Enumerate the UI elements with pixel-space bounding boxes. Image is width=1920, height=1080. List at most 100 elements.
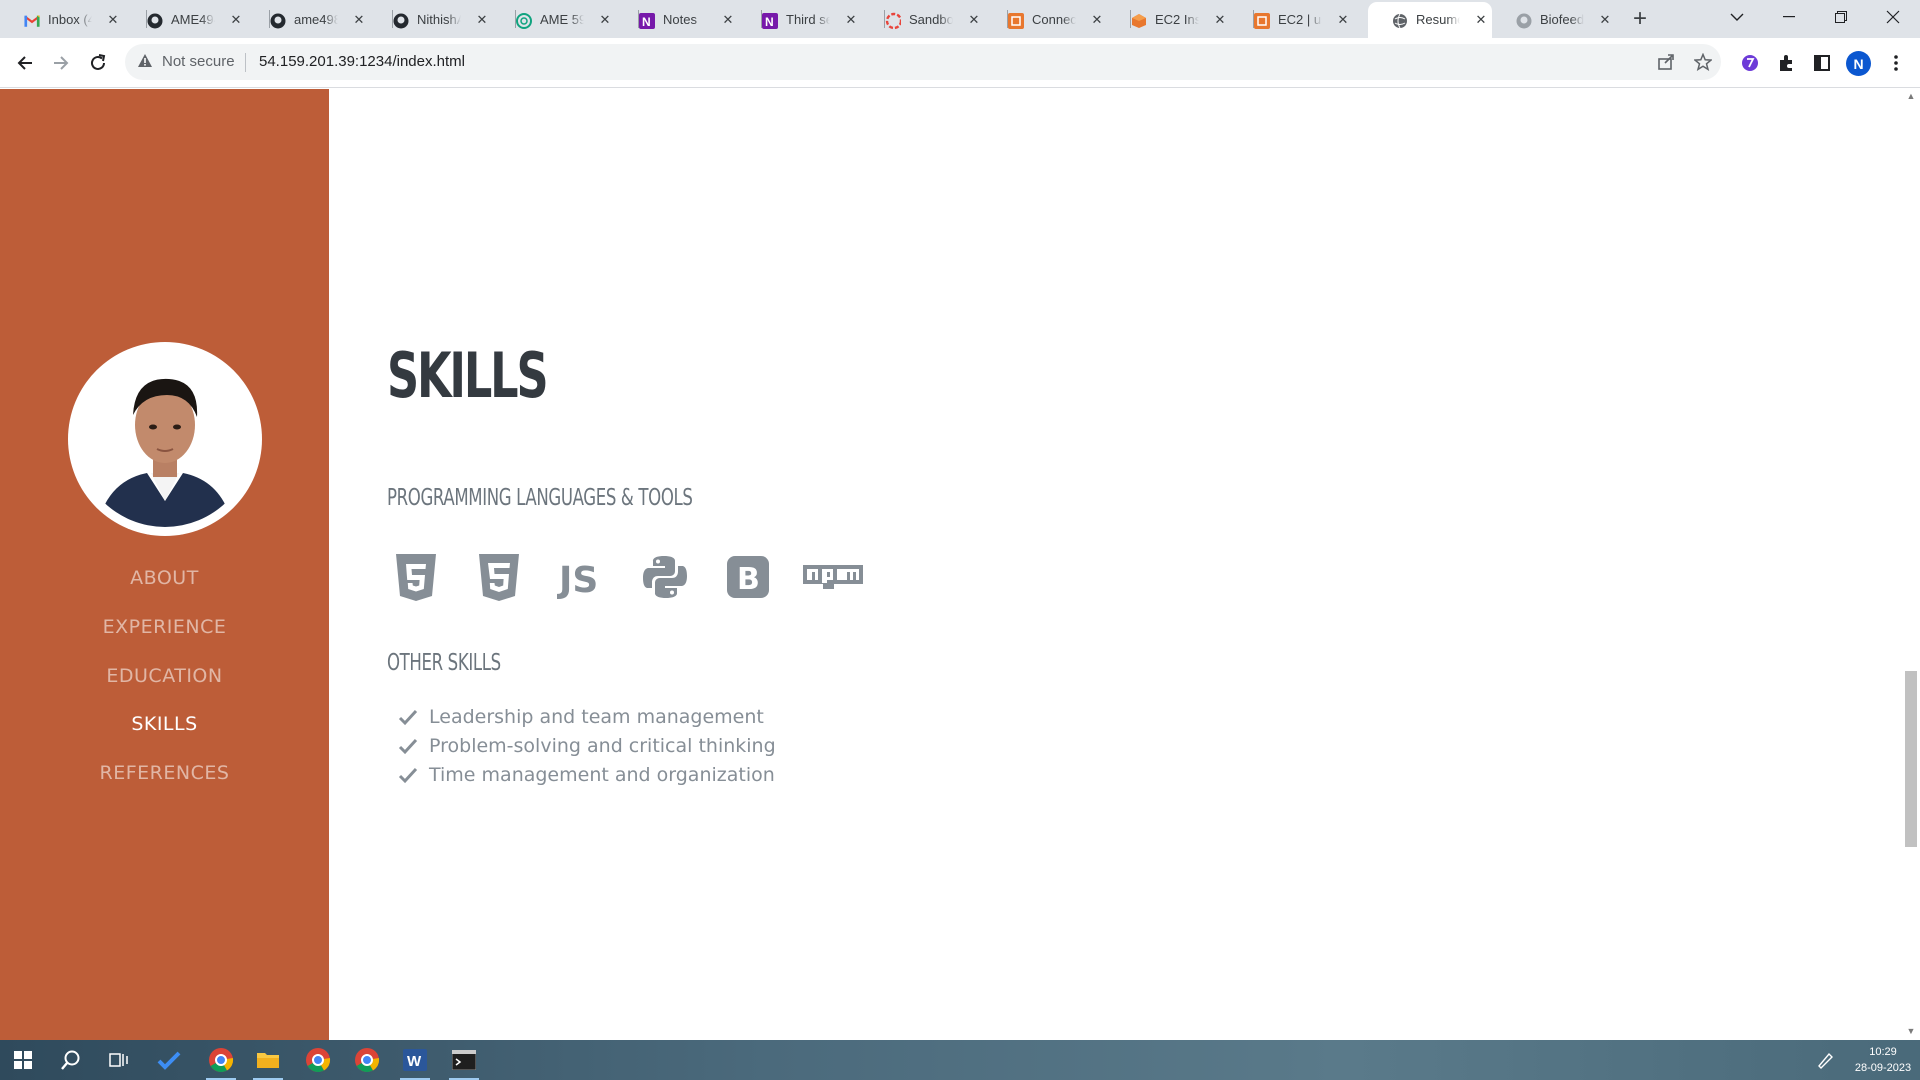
- page-scrollbar[interactable]: [1902, 89, 1920, 1040]
- tab-title: Sandbo: [909, 12, 953, 27]
- tab-title: NithishA: [417, 12, 461, 27]
- tab-search-button[interactable]: [1714, 0, 1760, 34]
- start-button[interactable]: [0, 1040, 46, 1080]
- system-clock[interactable]: 10:29 28-09-2023: [1850, 1044, 1916, 1076]
- close-tab-icon[interactable]: ✕: [1334, 11, 1352, 29]
- tab-github-ame498[interactable]: ame498 ✕: [246, 2, 369, 38]
- extension-icon[interactable]: [1738, 51, 1762, 75]
- taskbar-app-chrome-active[interactable]: [198, 1040, 244, 1080]
- tab-github-ame494[interactable]: AME494 ✕: [123, 2, 246, 38]
- security-label[interactable]: Not secure: [162, 53, 235, 70]
- new-tab-button[interactable]: +: [1626, 6, 1654, 34]
- tab-ec2-instances[interactable]: EC2 Inst ✕: [1107, 2, 1230, 38]
- nav-references[interactable]: REFERENCES: [0, 762, 329, 784]
- scrollbar-thumb[interactable]: [1905, 671, 1917, 847]
- clock-time: 10:29: [1869, 1046, 1897, 1058]
- globe-icon: [1392, 13, 1408, 29]
- check-icon: [398, 709, 418, 726]
- scroll-down-arrow-icon[interactable]: ▼: [1905, 1026, 1917, 1038]
- tab-sandbox[interactable]: Sandbo ✕: [861, 2, 984, 38]
- taskbar-app-file-explorer[interactable]: [245, 1040, 291, 1080]
- tab-title: ame498: [294, 12, 338, 27]
- close-tab-icon[interactable]: ✕: [1596, 11, 1614, 29]
- svg-text:N: N: [765, 15, 774, 29]
- address-bar[interactable]: Not secure 54.159.201.39:1234/index.html: [125, 44, 1721, 80]
- onenote-icon: N: [639, 13, 655, 29]
- tab-title: AME494: [171, 12, 215, 27]
- taskbar-app-chrome-profile3[interactable]: [344, 1040, 390, 1080]
- bookmark-star-icon[interactable]: [1692, 51, 1714, 73]
- close-tab-icon[interactable]: ✕: [473, 11, 491, 29]
- close-tab-icon[interactable]: ✕: [596, 11, 614, 29]
- close-tab-icon[interactable]: ✕: [1472, 11, 1490, 29]
- word-icon: W: [403, 1049, 427, 1071]
- chrome-icon: [355, 1048, 380, 1073]
- side-panel-icon[interactable]: [1810, 51, 1834, 75]
- windows-taskbar: W 10:29 28-09-2023: [0, 1040, 1920, 1080]
- close-tab-icon[interactable]: ✕: [1088, 11, 1106, 29]
- minimize-button[interactable]: [1766, 0, 1812, 34]
- npm-icon: [803, 549, 863, 605]
- todo-check-icon: [157, 1051, 181, 1070]
- reload-button[interactable]: [83, 48, 113, 78]
- taskbar-app-todo[interactable]: [146, 1040, 192, 1080]
- github-icon: [270, 13, 286, 29]
- tab-ec2-us[interactable]: EC2 | us ✕: [1230, 2, 1353, 38]
- pen-menu-icon[interactable]: [1810, 1040, 1840, 1080]
- profile-avatar[interactable]: N: [1846, 51, 1871, 76]
- close-tab-icon[interactable]: ✕: [965, 11, 983, 29]
- taskbar-app-word[interactable]: W: [392, 1040, 438, 1080]
- menu-kebab-icon[interactable]: [1884, 51, 1908, 75]
- back-button[interactable]: [10, 48, 40, 78]
- close-window-button[interactable]: [1870, 0, 1916, 34]
- taskbar-app-terminal[interactable]: [441, 1040, 487, 1080]
- tab-aws-connect[interactable]: Connect ✕: [984, 2, 1107, 38]
- close-tab-icon[interactable]: ✕: [842, 11, 860, 29]
- close-tab-icon[interactable]: ✕: [227, 11, 245, 29]
- nav-experience[interactable]: EXPERIENCE: [0, 616, 329, 638]
- browser-tab-strip: Inbox (4 ✕ AME494 ✕ ame498 ✕ NithishA ✕ …: [0, 0, 1920, 38]
- bootstrap-icon: B: [720, 549, 776, 605]
- python-icon: [637, 549, 693, 605]
- close-tab-icon[interactable]: ✕: [350, 11, 368, 29]
- nav-education[interactable]: EDUCATION: [0, 665, 329, 687]
- forward-button[interactable]: [46, 48, 76, 78]
- browser-toolbar: Not secure 54.159.201.39:1234/index.html…: [0, 38, 1920, 88]
- web-page: ABOUT EXPERIENCE EDUCATION SKILLS REFERE…: [0, 89, 1920, 1040]
- chatgpt-icon: [516, 13, 532, 29]
- close-tab-icon[interactable]: ✕: [104, 11, 122, 29]
- tab-chatgpt[interactable]: AME 59 ✕: [492, 2, 615, 38]
- svg-text:JS: JS: [557, 560, 598, 599]
- taskbar-app-chrome-profile2[interactable]: [295, 1040, 341, 1080]
- folder-icon: [257, 1053, 279, 1068]
- close-icon: [1886, 10, 1900, 24]
- tab-resume-active[interactable]: Resume ✕: [1368, 2, 1492, 38]
- extensions-puzzle-icon[interactable]: [1774, 51, 1798, 75]
- nav-about[interactable]: ABOUT: [0, 567, 329, 589]
- skill-item: Time management and organization: [429, 764, 775, 786]
- terminal-icon: [452, 1050, 476, 1070]
- tab-title: Inbox (4: [48, 12, 92, 27]
- skill-item: Leadership and team management: [429, 706, 764, 728]
- url-text[interactable]: 54.159.201.39:1234/index.html: [259, 53, 465, 70]
- github-icon: [1516, 13, 1532, 29]
- tab-onenote-third[interactable]: N Third se ✕: [738, 2, 861, 38]
- nav-skills-active[interactable]: SKILLS: [0, 713, 329, 735]
- tab-title: Notes: [663, 12, 697, 27]
- close-tab-icon[interactable]: ✕: [1211, 11, 1229, 29]
- tab-title: Connect: [1032, 12, 1076, 27]
- tab-biofeedback[interactable]: Biofeedb ✕: [1492, 2, 1615, 38]
- close-tab-icon[interactable]: ✕: [719, 11, 737, 29]
- share-icon[interactable]: [1655, 51, 1677, 73]
- scroll-up-arrow-icon[interactable]: ▲: [1905, 91, 1917, 103]
- svg-text:W: W: [407, 1053, 422, 1070]
- aws-icon: [1008, 13, 1024, 29]
- back-arrow-icon: [17, 56, 32, 70]
- task-view-button[interactable]: [96, 1040, 142, 1080]
- tab-inbox[interactable]: Inbox (4 ✕: [0, 2, 123, 38]
- warning-icon[interactable]: [137, 53, 153, 74]
- tab-onenote-notes[interactable]: N Notes ✕: [615, 2, 738, 38]
- search-button[interactable]: [48, 1040, 94, 1080]
- tab-github-nithish[interactable]: NithishA ✕: [369, 2, 492, 38]
- restore-button[interactable]: [1818, 0, 1864, 34]
